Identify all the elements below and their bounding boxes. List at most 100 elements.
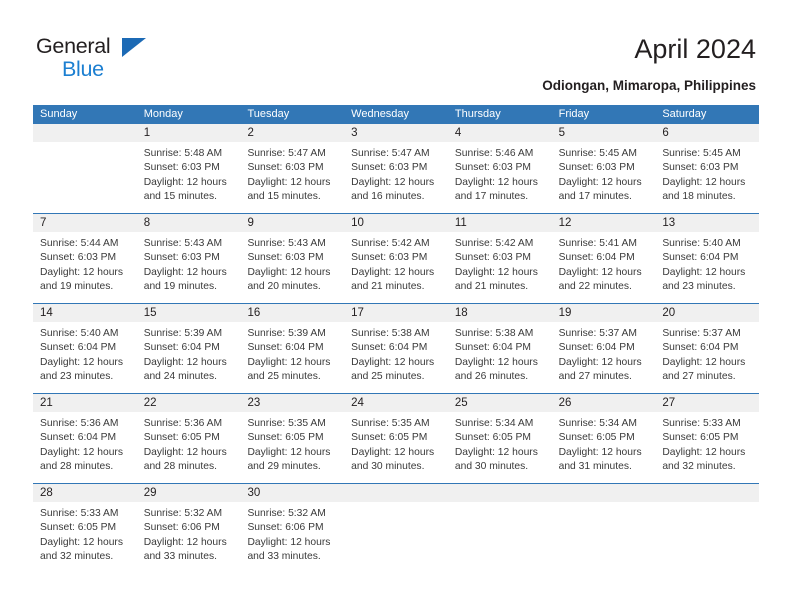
calendar-day-cell[interactable]: 19 Sunrise: 5:37 AM Sunset: 6:04 PM Dayligh…	[551, 304, 656, 393]
calendar-day-cell[interactable]: 28 Sunrise: 5:33 AM Sunset: 6:05 PM Dayligh…	[33, 484, 137, 573]
calendar-day-cell[interactable]: 9 Sunrise: 5:43 AM Sunset: 6:03 PM Daylight…	[240, 214, 345, 303]
daylight-duration-line2: and 31 minutes.	[558, 461, 632, 473]
calendar-day-cell[interactable]: 30 Sunrise: 5:32 AM Sunset: 6:06 PM Dayligh…	[240, 484, 345, 573]
calendar-day-cell[interactable]: 15 Sunrise: 5:39 AM Sunset: 6:04 PM Dayligh…	[136, 304, 241, 393]
day-details	[344, 503, 448, 507]
sunrise-time: Sunrise: 5:36 AM	[143, 418, 223, 429]
daylight-duration-line2: and 20 minutes.	[247, 281, 321, 293]
calendar-day-cell-empty	[33, 124, 137, 213]
calendar-day-cell[interactable]: 17 Sunrise: 5:38 AM Sunset: 6:04 PM Dayligh…	[344, 304, 448, 393]
calendar-day-cell[interactable]: 25 Sunrise: 5:34 AM Sunset: 6:05 PM Dayligh…	[447, 394, 552, 483]
day-number: 1	[143, 127, 151, 139]
daylight-duration-line2: and 22 minutes.	[558, 281, 632, 293]
day-number-bar: 26	[551, 394, 656, 413]
day-number: 17	[351, 307, 364, 319]
calendar-day-cell[interactable]: 16 Sunrise: 5:39 AM Sunset: 6:04 PM Dayligh…	[240, 304, 345, 393]
calendar-day-cell[interactable]: 6 Sunrise: 5:45 AM Sunset: 6:03 PM Daylight…	[655, 124, 760, 213]
day-number: 2	[247, 127, 254, 139]
daylight-duration-line1: Daylight: 12 hours	[247, 446, 331, 458]
day-number-bar	[344, 484, 448, 503]
sunset-time: Sunset: 6:03 PM	[143, 252, 220, 264]
day-number: 22	[143, 397, 157, 409]
sunrise-time: Sunrise: 5:37 AM	[662, 328, 741, 339]
calendar-day-cell[interactable]: 26 Sunrise: 5:34 AM Sunset: 6:05 PM Dayligh…	[551, 394, 656, 483]
daylight-duration-line1: Daylight: 12 hours	[662, 176, 746, 188]
calendar-day-cell[interactable]: 20 Sunrise: 5:37 AM Sunset: 6:04 PM Dayligh…	[655, 304, 760, 393]
day-number-bar: 25	[447, 394, 552, 413]
calendar-day-cell[interactable]: 3 Sunrise: 5:47 AM Sunset: 6:03 PM Daylight…	[344, 124, 448, 213]
calendar-day-cell[interactable]: 23 Sunrise: 5:35 AM Sunset: 6:05 PM Dayligh…	[240, 394, 345, 483]
day-number-bar: 13	[655, 214, 760, 233]
day-details	[655, 503, 759, 507]
calendar-day-cell[interactable]: 12 Sunrise: 5:41 AM Sunset: 6:04 PM Dayligh…	[551, 214, 656, 303]
sunrise-time: Sunrise: 5:38 AM	[454, 328, 534, 339]
daylight-duration-line1: Daylight: 12 hours	[143, 536, 227, 548]
sunset-time: Sunset: 6:04 PM	[662, 342, 739, 354]
sunset-time: Sunset: 6:04 PM	[247, 342, 324, 354]
daylight-duration-line2: and 30 minutes.	[351, 461, 425, 473]
sunset-time: Sunset: 6:05 PM	[454, 432, 532, 444]
day-number: 26	[558, 397, 572, 409]
day-number-bar: 11	[447, 214, 552, 233]
sunset-time: Sunset: 6:05 PM	[662, 432, 739, 444]
day-number: 6	[662, 127, 669, 139]
daylight-duration-line2: and 18 minutes.	[662, 191, 736, 203]
day-number: 7	[40, 217, 47, 229]
daylight-duration-line2: and 32 minutes.	[40, 551, 114, 563]
daylight-duration-line1: Daylight: 12 hours	[662, 446, 746, 458]
calendar-day-cell[interactable]: 11 Sunrise: 5:42 AM Sunset: 6:03 PM Dayligh…	[447, 214, 552, 303]
calendar-weeks: 1 Sunrise: 5:48 AM Sunset: 6:03 PM Daylight…	[33, 124, 760, 573]
day-number-bar: 6	[655, 124, 760, 143]
calendar-day-cell[interactable]: 1 Sunrise: 5:48 AM Sunset: 6:03 PM Daylight…	[136, 124, 241, 213]
sunset-time: Sunset: 6:03 PM	[247, 162, 324, 174]
day-details: Sunrise: 5:48 AM Sunset: 6:03 PM Daylight:…	[137, 143, 241, 205]
day-details: Sunrise: 5:32 AM Sunset: 6:06 PM Daylight:…	[137, 503, 241, 565]
calendar-day-cell[interactable]: 7 Sunrise: 5:44 AM Sunset: 6:03 PM Daylight…	[33, 214, 137, 303]
calendar-day-cell[interactable]: 13 Sunrise: 5:40 AM Sunset: 6:04 PM Dayligh…	[655, 214, 760, 303]
day-details	[448, 503, 552, 507]
day-details: Sunrise: 5:44 AM Sunset: 6:03 PM Daylight:…	[33, 233, 137, 295]
daylight-duration-line1: Daylight: 12 hours	[558, 446, 642, 458]
sunset-time: Sunset: 6:03 PM	[351, 252, 428, 264]
calendar-day-cell[interactable]: 10 Sunrise: 5:42 AM Sunset: 6:03 PM Dayligh…	[344, 214, 448, 303]
calendar-day-cell[interactable]: 5 Sunrise: 5:45 AM Sunset: 6:03 PM Daylight…	[551, 124, 656, 213]
daylight-duration-line2: and 17 minutes.	[558, 191, 632, 203]
calendar-day-cell[interactable]: 24 Sunrise: 5:35 AM Sunset: 6:05 PM Dayligh…	[344, 394, 448, 483]
daylight-duration-line2: and 32 minutes.	[662, 461, 736, 473]
calendar-day-cell[interactable]: 29 Sunrise: 5:32 AM Sunset: 6:06 PM Dayligh…	[136, 484, 241, 573]
weekday-header-sunday: Sunday	[40, 108, 78, 120]
sunrise-time: Sunrise: 5:35 AM	[247, 418, 326, 429]
sunrise-time: Sunrise: 5:43 AM	[143, 238, 223, 249]
sunset-time: Sunset: 6:03 PM	[351, 162, 428, 174]
calendar-day-cell[interactable]: 21 Sunrise: 5:36 AM Sunset: 6:04 PM Dayligh…	[33, 394, 137, 483]
day-details: Sunrise: 5:43 AM Sunset: 6:03 PM Daylight:…	[137, 233, 241, 295]
day-number: 4	[454, 127, 462, 139]
calendar-day-cell[interactable]: 2 Sunrise: 5:47 AM Sunset: 6:03 PM Daylight…	[240, 124, 345, 213]
calendar-day-cell[interactable]: 8 Sunrise: 5:43 AM Sunset: 6:03 PM Daylight…	[136, 214, 241, 303]
day-number-bar: 19	[551, 304, 656, 323]
sunset-time: Sunset: 6:05 PM	[558, 432, 635, 444]
calendar-day-cell[interactable]: 18 Sunrise: 5:38 AM Sunset: 6:04 PM Dayligh…	[447, 304, 552, 393]
sunset-time: Sunset: 6:04 PM	[351, 342, 428, 354]
daylight-duration-line2: and 28 minutes.	[143, 461, 217, 473]
weekday-header-wednesday: Wednesday	[351, 108, 410, 120]
day-details: Sunrise: 5:42 AM Sunset: 6:03 PM Daylight:…	[344, 233, 448, 295]
day-details: Sunrise: 5:39 AM Sunset: 6:04 PM Daylight:…	[240, 323, 344, 385]
daylight-duration-line1: Daylight: 12 hours	[143, 446, 227, 458]
sunset-time: Sunset: 6:05 PM	[143, 432, 220, 444]
calendar-day-cell[interactable]: 22 Sunrise: 5:36 AM Sunset: 6:05 PM Dayligh…	[136, 394, 241, 483]
sunset-time: Sunset: 6:05 PM	[247, 432, 324, 444]
day-details: Sunrise: 5:38 AM Sunset: 6:04 PM Daylight:…	[448, 323, 552, 385]
calendar-week-row: 14 Sunrise: 5:40 AM Sunset: 6:04 PM Dayligh…	[33, 303, 760, 393]
calendar-day-cell[interactable]: 27 Sunrise: 5:33 AM Sunset: 6:05 PM Dayligh…	[655, 394, 760, 483]
weekday-header-row: Sunday Monday Tuesday Wednesday Thursday Frid…	[33, 105, 759, 124]
brand-logo[interactable]: General Blue	[36, 34, 156, 82]
calendar-day-cell[interactable]: 4 Sunrise: 5:46 AM Sunset: 6:03 PM Daylight…	[447, 124, 552, 213]
calendar-day-cell[interactable]: 14 Sunrise: 5:40 AM Sunset: 6:04 PM Dayligh…	[33, 304, 137, 393]
day-details: Sunrise: 5:32 AM Sunset: 6:06 PM Daylight:…	[240, 503, 344, 565]
weekday-header-saturday: Saturday	[662, 108, 707, 120]
day-number: 19	[558, 307, 572, 319]
sunrise-time: Sunrise: 5:39 AM	[143, 328, 223, 339]
sunrise-time: Sunrise: 5:47 AM	[351, 148, 430, 159]
daylight-duration-line2: and 21 minutes.	[351, 281, 425, 293]
